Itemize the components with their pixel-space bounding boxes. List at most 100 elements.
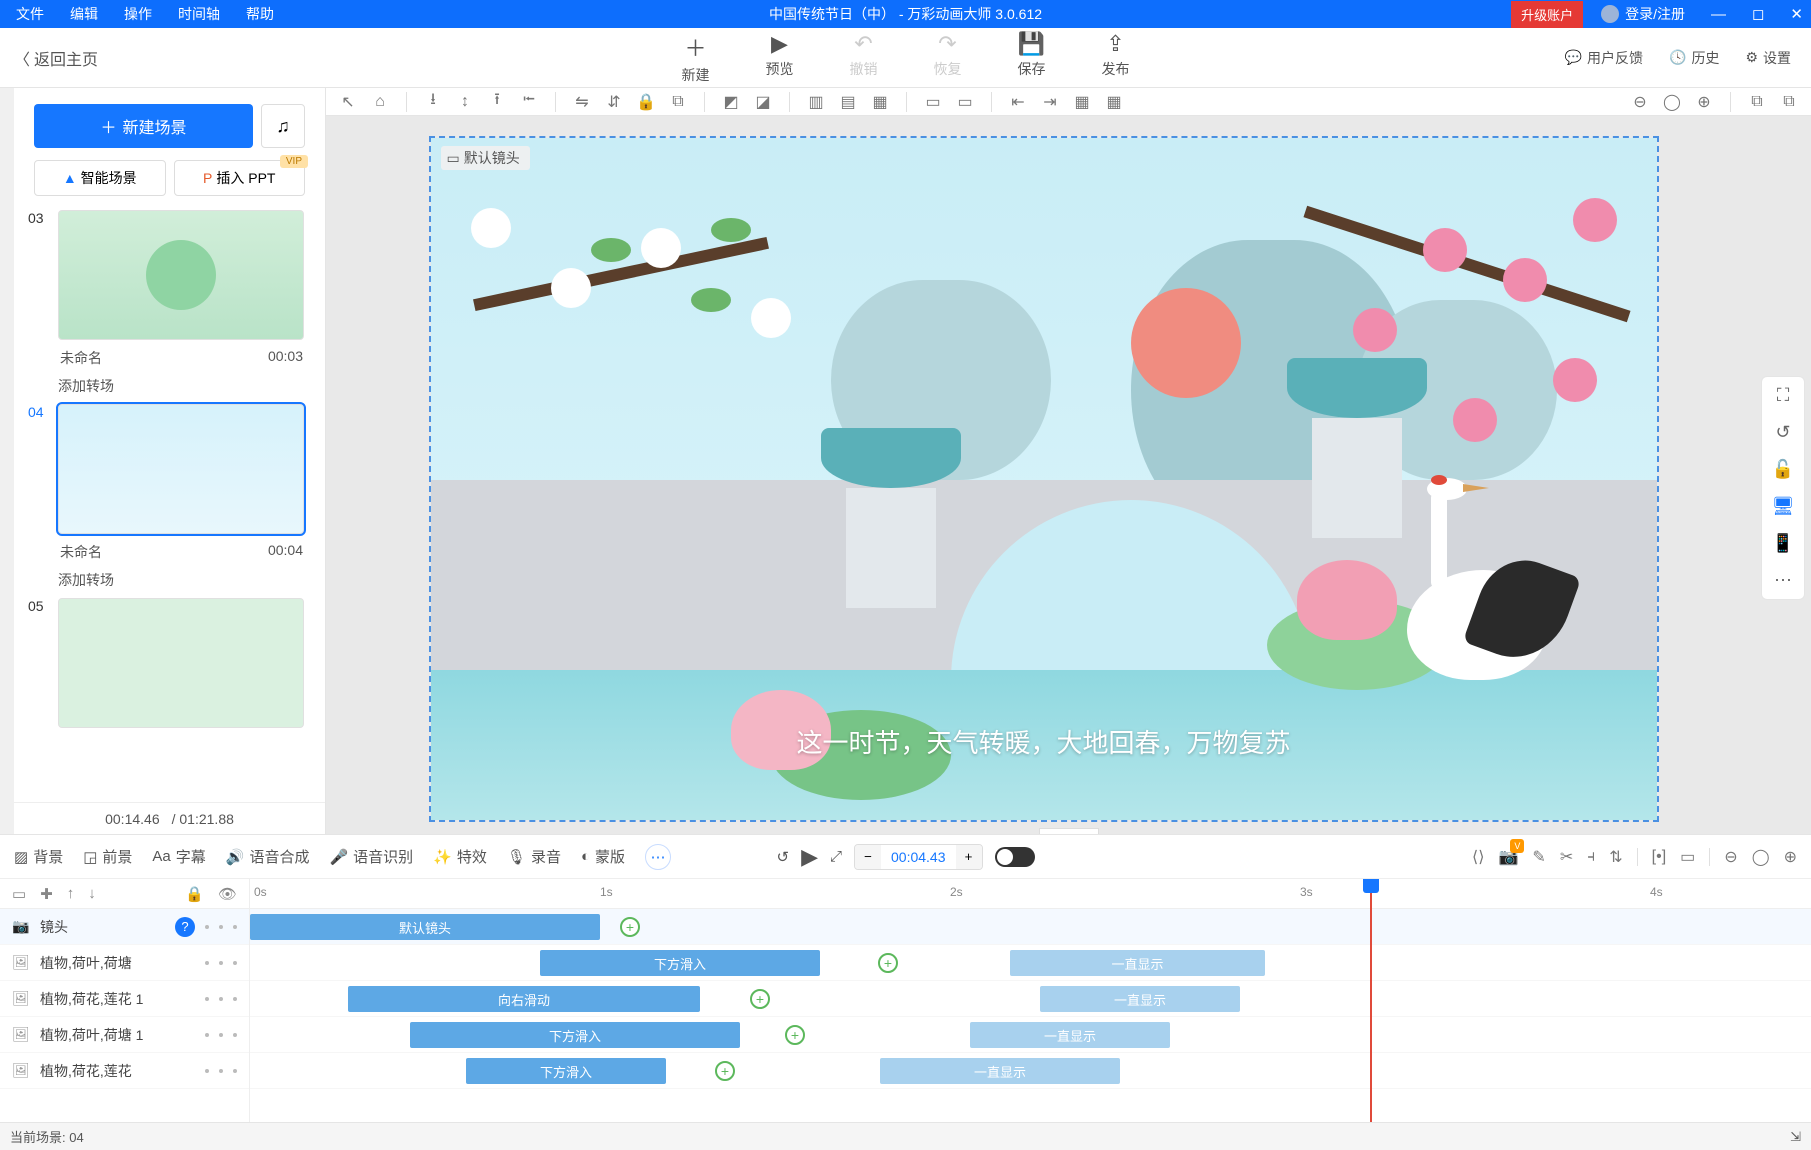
tool-redo[interactable]: ↷恢复 [934,31,962,85]
clip[interactable]: 下方滑入 [540,950,820,976]
scene-thumb-04[interactable] [58,404,304,534]
menu-file[interactable]: 文件 [16,4,44,24]
paste-icon[interactable]: ⧉ [1779,93,1799,111]
playhead[interactable] [1370,879,1372,1122]
align-bottom-icon[interactable]: ⭱ [487,88,507,115]
add-clip-marker[interactable]: + [785,1025,805,1045]
unlock-icon[interactable]: 🔓 [1772,459,1794,480]
tool-new[interactable]: ＋新建 [682,31,710,85]
tool-save[interactable]: 💾保存 [1018,31,1046,85]
track-row[interactable]: 🖼植物,荷叶,荷塘 1 [0,1017,249,1053]
align-top-icon[interactable]: ⭳ [423,88,443,115]
pointer-tool-icon[interactable]: ↖ [338,92,358,112]
align-center-icon[interactable]: ▦ [870,92,890,112]
tabs-more-button[interactable]: ⋯ [645,844,671,870]
track-row[interactable]: 🖼植物,荷花,莲花 [0,1053,249,1089]
arrange2-icon[interactable]: ▭ [955,92,975,112]
track-lane[interactable]: 向右滑动 + 一直显示 [250,981,1811,1017]
collapse-all-icon[interactable]: ▭ [12,885,26,903]
zoom-in-icon[interactable]: ⊕ [1694,92,1714,112]
more-tools-icon[interactable]: ⋯ [1774,570,1792,591]
flip-v-icon[interactable]: ⇵ [604,92,624,112]
loop-toggle[interactable] [995,847,1035,867]
add-clip-marker[interactable]: + [715,1061,735,1081]
tab-background[interactable]: ▨背景 [14,846,63,867]
tab-record[interactable]: 🎙录音 [507,846,561,867]
layer-up-icon[interactable]: ↑ [67,885,75,902]
tab-asr[interactable]: 🎤语音识别 [329,846,413,867]
clip[interactable]: 一直显示 [1010,950,1265,976]
zoom-fit-icon[interactable]: ◯ [1662,92,1682,112]
arrange-icon[interactable]: ▭ [923,92,943,112]
mobile-preview-icon[interactable]: 📱 [1772,533,1794,554]
feedback-button[interactable]: 💬用户反馈 [1565,48,1643,68]
desktop-preview-icon[interactable]: 🖥 [1772,496,1795,517]
clip[interactable]: 一直显示 [970,1022,1170,1048]
zoom-fit-timeline-icon[interactable]: ◯ [1752,847,1770,867]
add-track-icon[interactable]: ⊕ [1784,847,1797,867]
tab-subtitle[interactable]: Aa字幕 [152,846,205,867]
history-button[interactable]: 🕓历史 [1669,48,1719,68]
track-lane[interactable]: 下方滑入 + 一直显示 [250,945,1811,981]
time-minus-button[interactable]: − [855,844,881,870]
fullscreen-icon[interactable]: ⛶ [1777,385,1790,406]
sort-icon[interactable]: ⇅ [1609,847,1622,867]
add-clip-marker[interactable]: + [878,953,898,973]
add-transition-link[interactable]: 添加转场 [58,376,305,396]
zoom-out-timeline-icon[interactable]: ⊖ [1724,847,1737,867]
eye-icon[interactable]: 👁 [218,885,237,903]
rotate-icon[interactable]: ↺ [1775,422,1790,443]
menu-edit[interactable]: 编辑 [70,4,98,24]
login-button[interactable]: 登录/注册 [1593,4,1693,24]
align-vmid-icon[interactable]: ↕ [455,93,475,111]
expand-icon[interactable]: ⤢ [830,848,842,865]
spacing-h-icon[interactable]: ⇤ [1008,92,1028,112]
bracket-icon[interactable]: [•] [1652,848,1667,866]
marker-icon[interactable]: ▭ [1680,847,1695,867]
track-lane-panel[interactable]: 0s 1s 2s 3s 4s 默认镜头 + 下方滑入 + 一直显示 向右滑动 [250,879,1811,1122]
new-scene-button[interactable]: ＋ 新建场景 [34,104,253,148]
tab-foreground[interactable]: ◲前景 [83,846,132,867]
keyframe-start-icon[interactable]: ⟨⟩ [1472,847,1484,867]
clip[interactable]: 下方滑入 [410,1022,740,1048]
send-back-icon[interactable]: ◪ [753,92,773,112]
align-left-icon[interactable]: ⭰ [519,88,539,115]
filter-icon[interactable]: ⫞ [1587,848,1595,866]
zoom-out-icon[interactable]: ⊖ [1630,92,1650,112]
camera-add-icon[interactable]: 📷V [1499,847,1519,867]
music-button[interactable]: ♫ [261,104,305,148]
track-row[interactable]: 🖼植物,荷花,莲花 1 [0,981,249,1017]
time-plus-button[interactable]: + [956,844,982,870]
tab-tts[interactable]: 🔊语音合成 [226,846,310,867]
scene-thumb-03[interactable] [58,210,304,340]
collapse-canvas-button[interactable]: ⌄ [1039,828,1099,834]
maximize-icon[interactable]: ◻ [1744,5,1772,23]
status-drag-icon[interactable]: ⇲ [1790,1129,1801,1145]
track-lane[interactable]: 下方滑入 + 一直显示 [250,1017,1811,1053]
settings-button[interactable]: ⚙设置 [1745,48,1791,68]
menu-timeline[interactable]: 时间轴 [178,4,220,24]
tab-mask[interactable]: ◐蒙版 [581,846,625,867]
tool-undo[interactable]: ↶撤销 [850,31,878,85]
menu-help[interactable]: 帮助 [246,4,274,24]
grid-icon[interactable]: ▦ [1072,92,1092,112]
add-transition-link[interactable]: 添加转场 [58,570,305,590]
back-home-button[interactable]: 〈 返回主页 [0,46,98,70]
canvas[interactable]: 这一时节，天气转暖，大地回春，万物复苏 ▭ 默认镜头 [429,136,1659,822]
add-layer-icon[interactable]: ✚ [40,885,53,903]
import-ppt-button[interactable]: P 插入 PPT VIP [174,160,306,196]
close-icon[interactable]: ✕ [1782,5,1811,23]
tool-preview[interactable]: ▶预览 [766,31,794,85]
add-clip-marker[interactable]: + [750,989,770,1009]
distribute-v-icon[interactable]: ▤ [838,92,858,112]
edit-icon[interactable]: ✎ [1532,847,1545,867]
tool-publish[interactable]: ⇪发布 [1102,31,1130,85]
track-lane[interactable]: 下方滑入 + 一直显示 [250,1053,1811,1089]
minimize-icon[interactable]: — [1703,6,1734,23]
bring-front-icon[interactable]: ◩ [721,92,741,112]
spacing-v-icon[interactable]: ⇥ [1040,92,1060,112]
guides-icon[interactable]: ▦ [1104,92,1124,112]
time-ruler[interactable]: 0s 1s 2s 3s 4s [250,879,1811,909]
track-row-camera[interactable]: 📷 镜头 ? [0,909,249,945]
cut-icon[interactable]: ✂ [1560,847,1573,867]
